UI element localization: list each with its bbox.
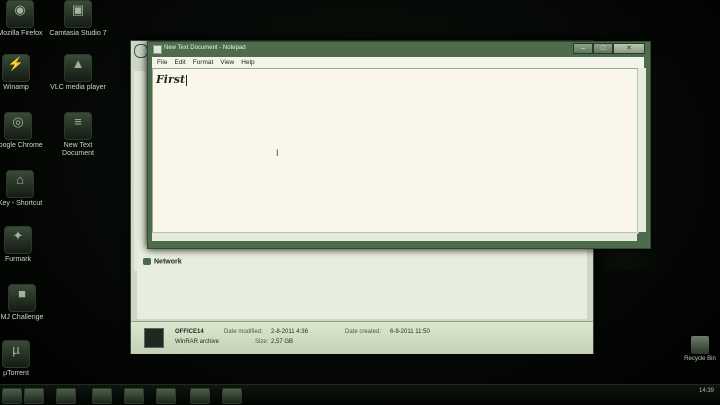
taskbar-explorer-icon[interactable] [24,388,44,404]
date-created-label: Date created: [345,329,382,335]
recycle-bin-label: Recycle Bin [684,356,716,362]
desktop-icon-firefox[interactable]: ◉ Mozilla Firefox [0,0,50,38]
text-editor[interactable]: First [152,68,639,234]
background-window-button [134,44,148,58]
text-document-icon: ≡ [64,112,92,140]
text-caret [186,74,188,86]
close-button[interactable]: ✕ [613,43,645,54]
size-value: 2,57 GB [271,339,294,345]
winamp-icon: ⚡ [2,54,30,82]
notepad-titlebar[interactable]: New Text Document - Notepad – □ ✕ [148,42,650,55]
utorrent-icon: µ [2,340,30,368]
menu-edit[interactable]: Edit [174,59,185,66]
menu-help[interactable]: Help [241,59,254,66]
taskbar-app-icon[interactable] [56,388,76,404]
taskbar-notepad-icon[interactable] [222,388,242,404]
date-modified-label: Date modified: [224,329,263,335]
window-title: New Text Document - Notepad [164,45,246,51]
desktop-icon-winamp[interactable]: ⚡ Winamp [0,54,46,92]
vertical-scrollbar[interactable] [637,68,646,232]
minimize-button[interactable]: – [573,43,593,54]
window-controls: – □ ✕ [573,43,645,54]
clock[interactable]: 14:39 [699,388,714,394]
maximize-button[interactable]: □ [593,43,613,54]
menu-file[interactable]: File [157,59,167,66]
desktop-icon-mj-challenge[interactable]: ■ MJ Challenge [0,284,52,322]
date-created-value: 6-9-2011 11:50 [390,329,430,335]
shortcut-icon: ⌂ [6,170,34,198]
desktop-icon-label: µTorrent [3,370,29,377]
file-type: WinRAR archive [175,339,220,345]
notepad-app-icon [153,45,162,54]
taskbar-app-icon[interactable] [92,388,112,404]
desktop-icon-label: Mozilla Firefox [0,30,43,37]
desktop-icon-label: Furmark [4,256,32,263]
desktop-icon-label: MJ Challenge [0,314,44,321]
desktop-icon-label: VLC media player [50,84,106,91]
desktop-icon-shortcut[interactable]: ⌂ Key - Shortcut [0,170,50,208]
file-name: OFFICE14 [175,329,204,335]
desktop-icon-camtasia[interactable]: ▣ Camtasia Studio 7 [48,0,108,38]
menu-view[interactable]: View [220,59,234,66]
desktop-icon-label: Camtasia Studio 7 [49,30,107,37]
notepad-window[interactable]: New Text Document - Notepad – □ ✕ File E… [147,41,651,249]
date-modified-value: 2-8-2011 4:36 [271,329,308,335]
ibeam-cursor-icon: I [276,148,279,158]
explorer-content-pane[interactable] [137,239,587,319]
desktop-icon-chrome[interactable]: ◎ Google Chrome [0,112,48,150]
network-label: Network [154,258,182,266]
furmark-icon: ✦ [4,226,32,254]
menu-bar: File Edit Format View Help [152,57,644,68]
desktop-icon-furmark[interactable]: ✦ Furmark [0,226,48,264]
desktop-icon-recycle-bin[interactable]: Recycle Bin [680,336,720,362]
desktop-icon-label: Google Chrome [0,142,43,149]
taskbar-app-icon[interactable] [124,388,144,404]
desktop-icon-utorrent[interactable]: µ µTorrent [0,340,46,378]
recycle-bin-icon [691,336,709,354]
editor-content: First [156,73,188,86]
taskbar: 14:39 [0,384,720,405]
size-label: Size: [255,339,269,345]
desktop-icon-vlc[interactable]: ▲ VLC media player [48,54,108,92]
mj-challenge-icon: ■ [8,284,36,312]
editor-text: First [156,73,186,86]
horizontal-scrollbar[interactable] [152,232,637,241]
taskbar-app-icon[interactable] [156,388,176,404]
taskbar-app-icon[interactable] [190,388,210,404]
desktop-icon-label: New Text Document [62,142,94,157]
chrome-icon: ◎ [4,112,32,140]
camtasia-icon: ▣ [64,0,92,28]
start-button[interactable] [2,388,22,404]
vlc-icon: ▲ [64,54,92,82]
desktop-icon-text-document[interactable]: ≡ New Text Document [48,112,108,158]
winrar-archive-icon [144,328,164,348]
network-icon [143,258,151,265]
nav-item-network[interactable]: Network [143,258,182,265]
desktop-icon-label: Winamp [3,84,29,91]
menu-format[interactable]: Format [193,59,214,66]
details-pane: OFFICE14 WinRAR archive Date modified: 2… [131,321,593,354]
firefox-icon: ◉ [6,0,34,28]
desktop-icon-label: Key - Shortcut [0,200,43,207]
